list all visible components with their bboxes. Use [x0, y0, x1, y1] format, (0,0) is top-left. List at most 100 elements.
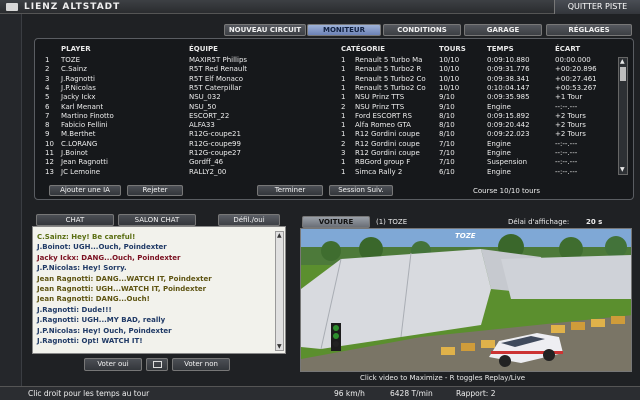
vote-no-button[interactable]: Voter non: [172, 358, 230, 371]
results-cell: Engine: [487, 149, 511, 157]
add-ai-button[interactable]: Ajouter une IA: [49, 185, 121, 196]
results-cell: 0:09:35.985: [487, 93, 530, 102]
results-cell: 10/10: [439, 65, 460, 74]
results-cell: --:--.---: [555, 139, 578, 148]
chat-message: J.Boinot: UGH...Ouch, Poindexter: [37, 243, 167, 252]
results-cell: ALFA33: [189, 121, 215, 130]
chat-message: Jean Ragnotti: DANG...WATCH IT, Poindext…: [37, 274, 212, 283]
results-cell: Suspension: [487, 158, 528, 167]
results-cell: 8/10: [439, 121, 455, 130]
results-cell: R12G-coupe21: [189, 130, 241, 139]
results-cell: JC Lemoine: [61, 167, 101, 176]
results-cell: 1: [341, 111, 346, 120]
chat-message: J.P.Nicolas: Hey! Sorry.: [37, 264, 127, 273]
results-cell: Engine: [487, 102, 511, 111]
results-cell: Ford ESCORT RS: [355, 111, 412, 120]
camera-mode-button[interactable]: VOITURE: [302, 216, 370, 228]
results-cell: Renault 5 Turbo2 R: [355, 65, 422, 74]
vote-yes-button[interactable]: Voter oui: [84, 358, 142, 371]
results-cell: Renault 5 Turbo Ma: [355, 56, 423, 64]
replay-video[interactable]: TOZE: [300, 228, 632, 372]
results-cell: Fabicio Fellini: [61, 121, 108, 130]
results-cell: R12G-coupe99: [189, 139, 241, 148]
results-cell: 9: [45, 130, 50, 139]
scroll-down-icon[interactable]: ▼: [620, 167, 625, 173]
results-cell: 0:09:22.023: [487, 130, 530, 139]
tab-new-circuit[interactable]: NOUVEAU CIRCUIT: [224, 24, 306, 36]
finish-button[interactable]: Terminer: [257, 185, 323, 196]
tab-settings[interactable]: RÉGLAGES: [546, 24, 632, 36]
status-bar: Clic droit pour les temps au tour 96 km/…: [0, 386, 640, 400]
results-cell: 00:00.000: [555, 56, 591, 64]
status-rpm: 6428 T/min: [390, 389, 433, 398]
results-cell: 2: [45, 65, 50, 74]
results-cell: 1: [341, 93, 346, 102]
results-cell: 7/10: [439, 158, 455, 167]
results-panel: PLAYER ÉQUIPE CATÉGORIE TOURS TEMPS ÉCAR…: [34, 38, 634, 200]
results-cell: NSU_50: [189, 102, 217, 111]
results-cell: 0:09:10.880: [487, 56, 530, 64]
tab-chat[interactable]: CHAT: [36, 214, 114, 226]
results-cell: 3: [45, 74, 50, 83]
results-cell: 8/10: [439, 111, 455, 120]
results-cell: Gordff_46: [189, 158, 224, 167]
results-cell: 0:10:04.147: [487, 83, 530, 92]
results-cell: +00:53.267: [555, 83, 597, 92]
results-cell: Karl Menant: [61, 102, 104, 111]
chat-message: J.Ragnotti: UGH...MY BAD, really: [37, 316, 166, 325]
results-cell: R12G-coupe27: [189, 149, 241, 157]
results-cell: C.LORANG: [61, 139, 98, 148]
results-cell: 1: [341, 65, 346, 74]
chat-input-icon[interactable]: [146, 358, 168, 371]
results-cell: 9/10: [439, 93, 455, 102]
results-cell: +00:27.461: [555, 74, 597, 83]
autoscroll-toggle[interactable]: Défil./oui: [218, 214, 280, 226]
results-cell: 0:09:38.341: [487, 74, 530, 83]
video-hint: Click video to Maximize - R toggles Repl…: [360, 374, 526, 382]
quit-track-button[interactable]: QUITTER PISTE: [554, 0, 640, 14]
chat-scroll-up-icon[interactable]: ▲: [277, 232, 282, 239]
status-gear: Rapport: 2: [456, 389, 496, 398]
results-cell: 3: [341, 149, 346, 157]
results-cell: NSU_032: [189, 93, 221, 102]
results-cell: R5T Caterpillar: [189, 83, 242, 92]
results-cell: RBGord group F: [355, 158, 411, 167]
tab-chat-room[interactable]: SALON CHAT: [118, 214, 196, 226]
app-title: LIENZ ALTSTADT: [24, 2, 121, 12]
results-cell: 1: [341, 158, 346, 167]
results-cell: 5: [45, 93, 50, 102]
next-session-button[interactable]: Session Suiv.: [329, 185, 393, 196]
tab-conditions[interactable]: CONDITIONS: [383, 24, 461, 36]
tab-garage[interactable]: GARAGE: [464, 24, 542, 36]
tab-monitor[interactable]: MONITEUR: [307, 24, 381, 36]
results-cell: Martino Finotto: [61, 111, 114, 120]
reject-button[interactable]: Rejeter: [127, 185, 183, 196]
results-cell: 12: [45, 158, 54, 167]
results-cell: 9/10: [439, 102, 455, 111]
results-cell: Jacky Ickx: [61, 93, 96, 102]
results-cell: R12 Gordini coupe: [355, 130, 420, 139]
results-cell: --:--.---: [555, 149, 578, 157]
results-cell: 2: [341, 139, 346, 148]
chat-message: Jacky Ickx: DANG...Ouch, Poindexter: [37, 253, 181, 262]
results-cell: M.Berthet: [61, 130, 96, 139]
results-cell: Alfa Romeo GTA: [355, 121, 411, 130]
chat-scrollbar[interactable]: ▲ ▼: [275, 231, 284, 351]
chat-message: C.Sainz: Hey! Be careful!: [37, 233, 136, 241]
chat-message: Jean Ragnotti: UGH...WATCH IT, Poindexte…: [37, 285, 207, 293]
results-cell: 7: [45, 111, 50, 120]
chat-scroll-down-icon[interactable]: ▼: [277, 343, 282, 350]
results-scroll-thumb[interactable]: [620, 67, 626, 81]
results-cell: 1: [341, 121, 346, 130]
results-cell: +00:20.896: [555, 65, 597, 74]
scroll-up-icon[interactable]: ▲: [620, 59, 625, 65]
results-cell: 2: [341, 102, 346, 111]
results-cell: 1: [341, 83, 346, 92]
results-cell: R5T Elf Monaco: [189, 74, 244, 83]
results-cell: Engine: [487, 139, 511, 148]
results-scrollbar[interactable]: ▲ ▼: [618, 57, 628, 175]
col-header-time: TEMPS: [487, 45, 514, 53]
results-cell: +2 Tours: [555, 121, 586, 130]
results-cell: Renault 5 Turbo2 Co: [355, 74, 426, 83]
results-cell: 0:09:31.776: [487, 65, 530, 74]
